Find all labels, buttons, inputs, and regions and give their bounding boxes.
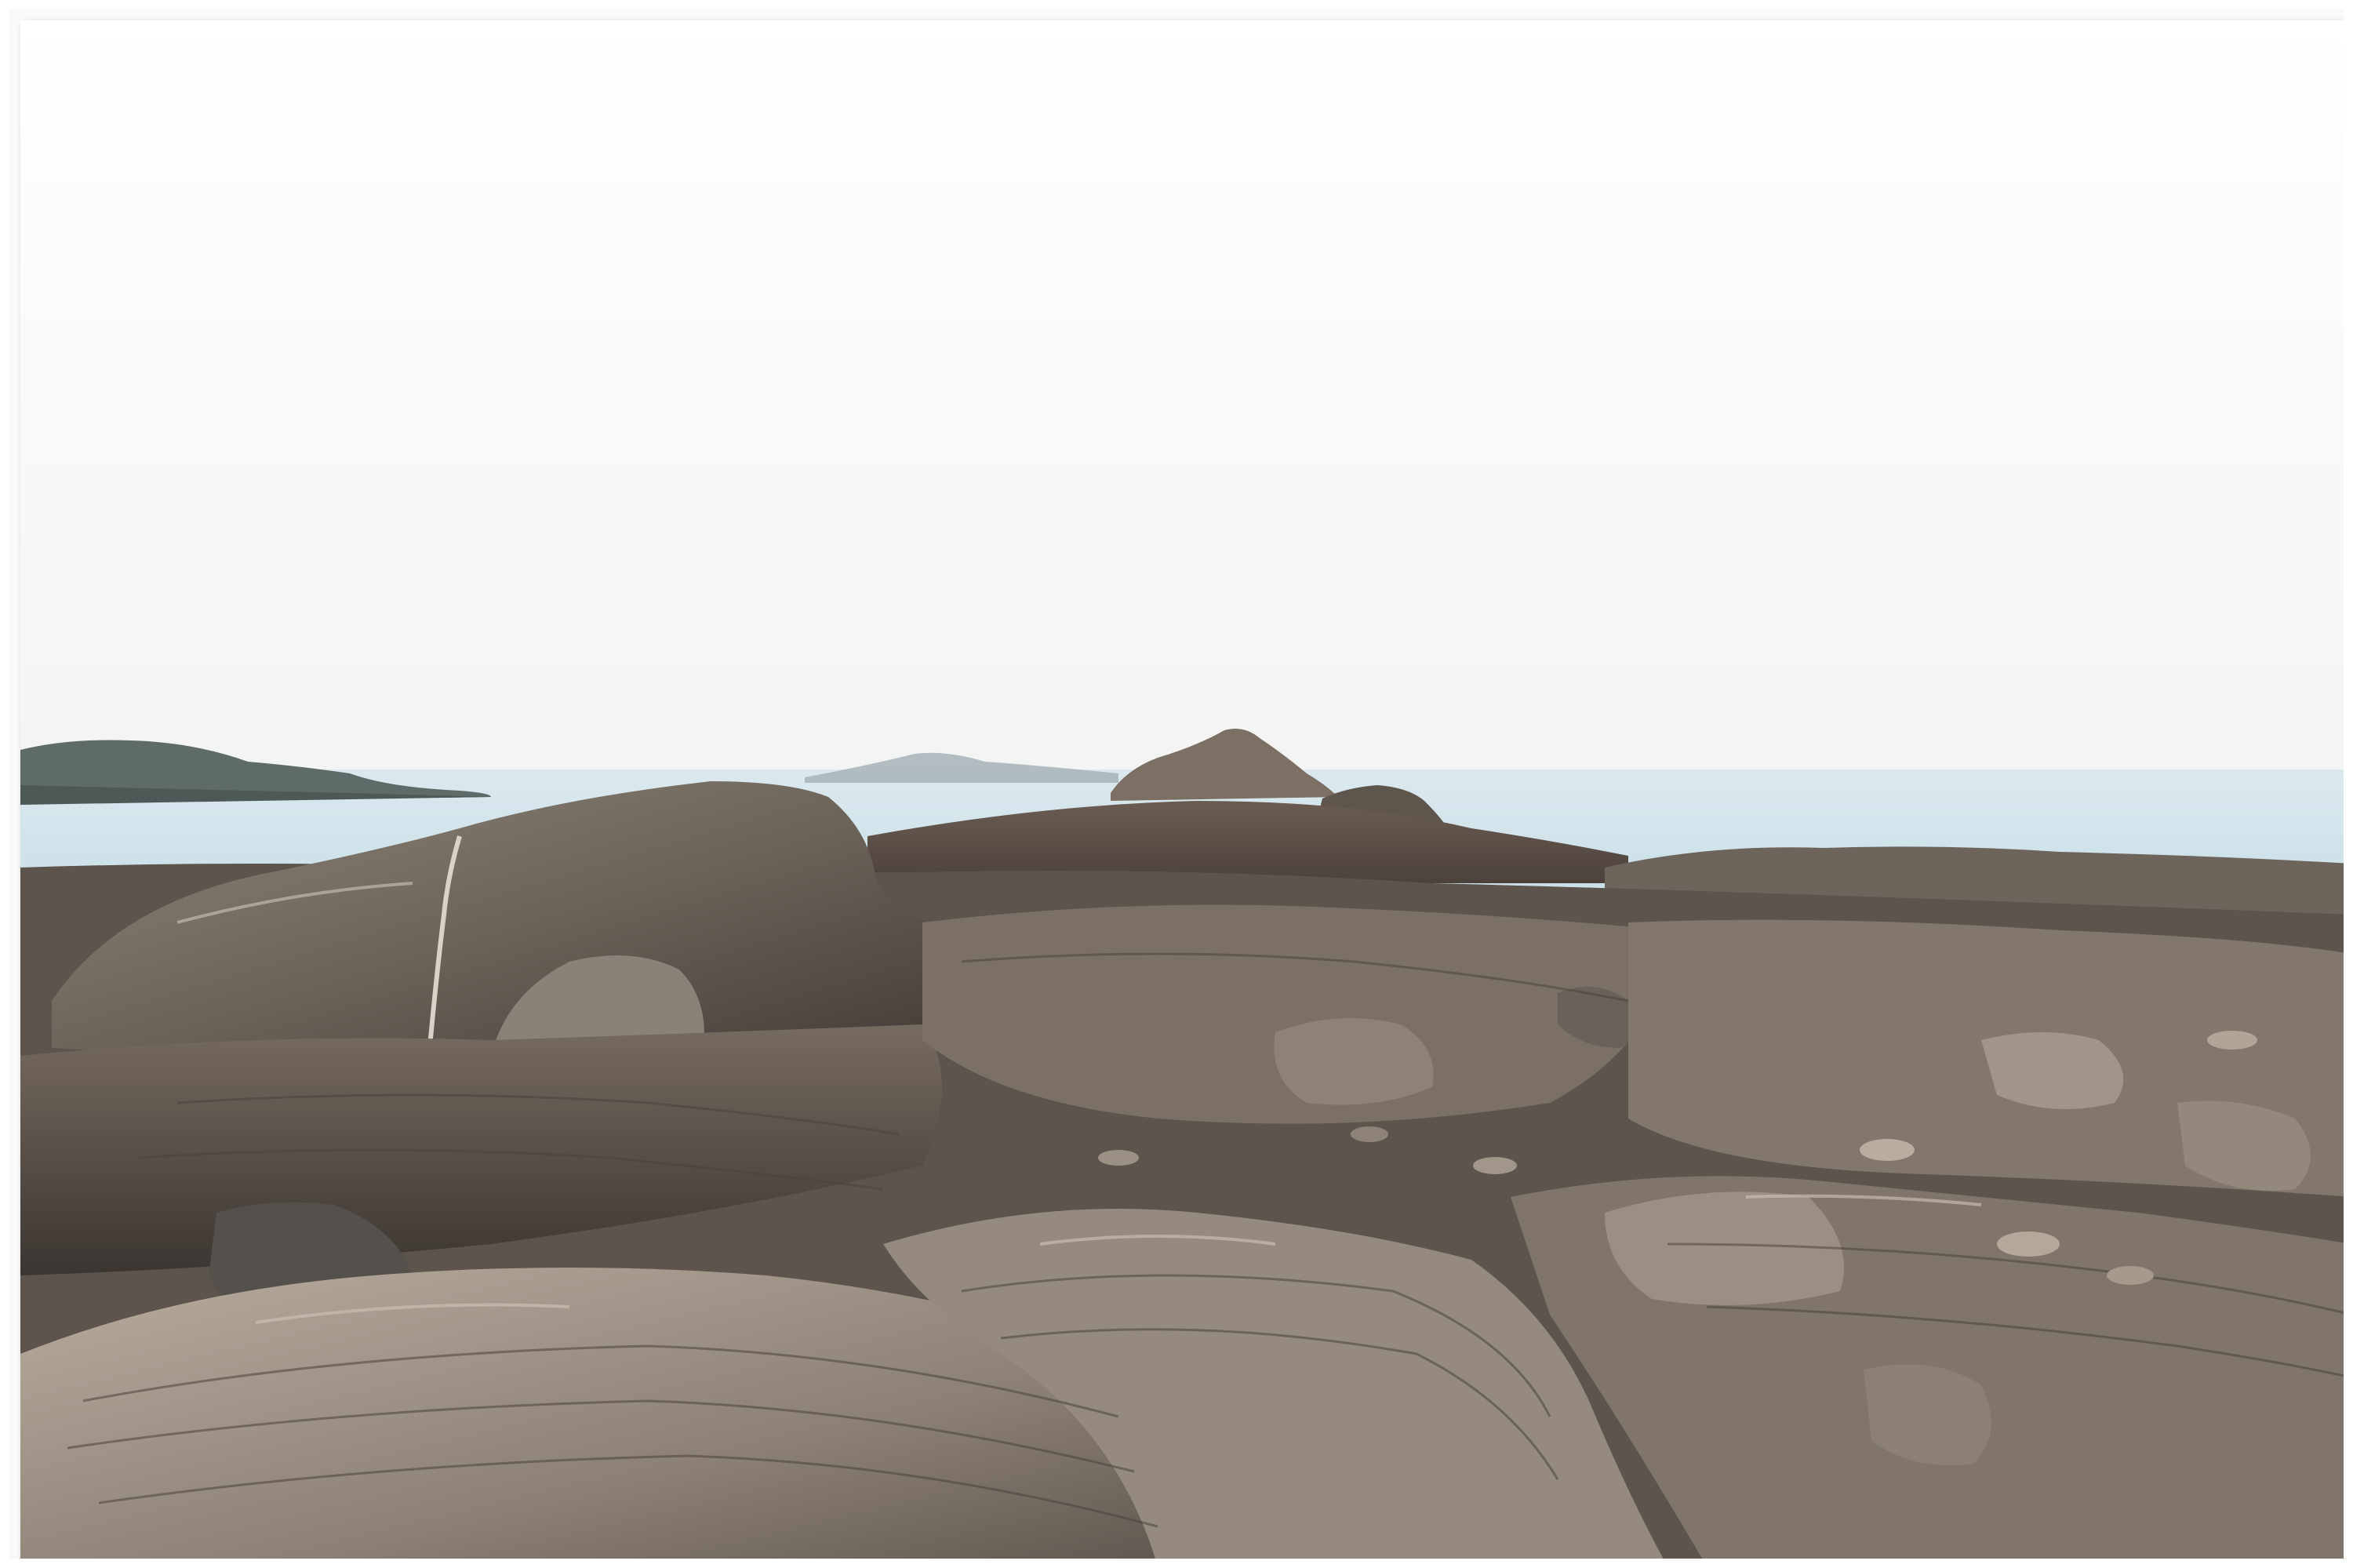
sky: [20, 20, 2344, 773]
photo-frame: [0, 0, 2353, 1568]
stone-center-1: [1274, 1018, 1434, 1105]
coastal-rocks-photo: [20, 20, 2344, 1559]
boulder-right-large: [1605, 1191, 1844, 1305]
scene-svg: [20, 20, 2344, 1559]
